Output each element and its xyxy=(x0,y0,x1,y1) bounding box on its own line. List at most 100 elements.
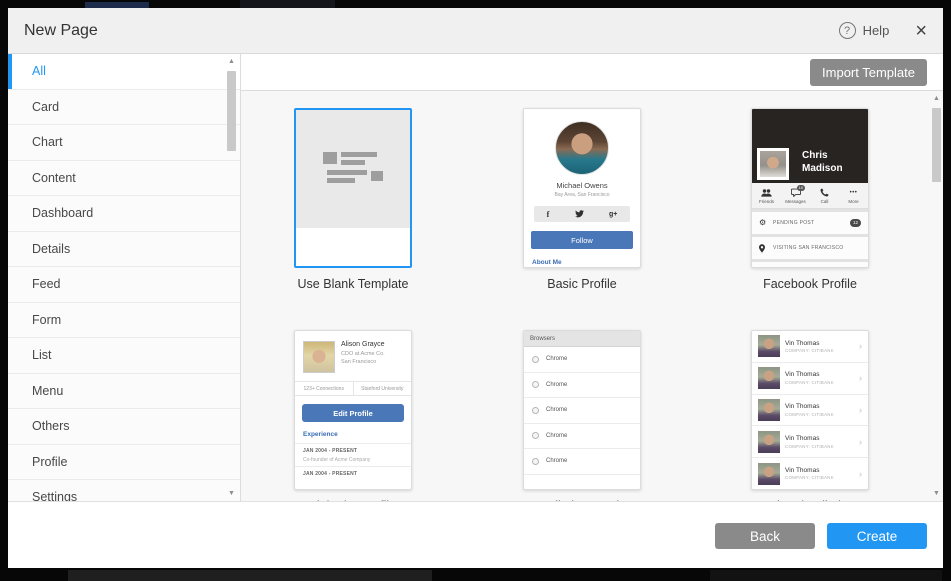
sidebar-item-dashboard[interactable]: Dashboard xyxy=(8,196,240,232)
more-icon: ••• xyxy=(850,188,858,198)
import-template-button[interactable]: Import Template xyxy=(810,59,927,86)
sidebar-item-card[interactable]: Card xyxy=(8,90,240,126)
sidebar-item-label: Chart xyxy=(32,135,63,149)
scroll-down-icon[interactable]: ▼ xyxy=(228,489,235,498)
row-badge: 12 xyxy=(850,219,861,227)
university-stat: Stanford University xyxy=(353,382,412,395)
about-me-link: About Me xyxy=(532,259,640,266)
social-bar: f g+ xyxy=(534,206,630,222)
linkedin-profile-card[interactable]: Alison Grayce CDO at Acme Co. San Franci… xyxy=(294,330,412,490)
item-name: Vin Thomas xyxy=(785,403,854,410)
sidebar-item-label: Menu xyxy=(32,384,63,398)
avatar xyxy=(758,367,780,389)
page-behind-dialog xyxy=(68,570,432,581)
sidebar-item-menu[interactable]: Menu xyxy=(8,374,240,410)
profile-location: Bay Area, San Francisco xyxy=(524,192,640,198)
sidebar-item-details[interactable]: Details xyxy=(8,232,240,268)
sidebar-item-feed[interactable]: Feed xyxy=(8,267,240,303)
action-bar: Friends 10 Messages Call xyxy=(752,183,868,209)
back-button[interactable]: Back xyxy=(715,523,815,549)
template-linkedin-profile[interactable]: Alison Grayce CDO at Acme Co. San Franci… xyxy=(294,330,412,501)
profile-header: Chris Madison xyxy=(752,109,868,183)
chevron-right-icon: › xyxy=(859,341,862,351)
avatar xyxy=(758,431,780,453)
blank-footer-area xyxy=(296,228,410,266)
sidebar-item-all[interactable]: All xyxy=(8,54,240,90)
action-label: More xyxy=(848,199,858,204)
sidebar-item-label: Form xyxy=(32,313,61,327)
sidebar-item-list[interactable]: List xyxy=(8,338,240,374)
sidebar-item-profile[interactable]: Profile xyxy=(8,445,240,481)
sidebar-item-settings[interactable]: Settings xyxy=(8,480,240,501)
close-icon[interactable]: × xyxy=(915,21,927,41)
scroll-up-icon[interactable]: ▲ xyxy=(228,57,235,66)
profile-name: Michael Owens xyxy=(524,181,640,190)
row-label: PENDING POST xyxy=(773,220,814,226)
selected-indicator xyxy=(8,54,12,89)
experience-role: Co-founder of Acme Company xyxy=(303,457,403,463)
name-line: Chris xyxy=(802,149,843,162)
list-item-text: Vin Thomas COMPANY: CITIBANK xyxy=(785,467,854,481)
sidebar-item-label: All xyxy=(32,64,46,78)
follow-button: Follow xyxy=(531,231,633,249)
chevron-right-icon: › xyxy=(859,437,862,447)
dialog-title: New Page xyxy=(24,22,98,40)
list-item: Vin Thomas COMPANY: CITIBANK › xyxy=(752,426,868,458)
radio-label: Chrome xyxy=(546,407,567,413)
template-thumbnail-list[interactable]: Vin Thomas COMPANY: CITIBANK › Vin Thoma… xyxy=(751,330,869,501)
radio-label: Chrome xyxy=(546,433,567,439)
template-label: Use Blank Template xyxy=(294,277,412,291)
create-button[interactable]: Create xyxy=(827,523,927,549)
action-label: Messages xyxy=(785,199,806,204)
avatar xyxy=(758,399,780,421)
list-item: Vin Thomas COMPANY: CITIBANK › xyxy=(752,458,868,490)
profile-name: Alison Grayce xyxy=(341,341,385,348)
item-name: Vin Thomas xyxy=(785,371,854,378)
sidebar-item-form[interactable]: Form xyxy=(8,303,240,339)
item-company: COMPANY: CITIBANK xyxy=(785,412,854,417)
item-name: Vin Thomas xyxy=(785,435,854,442)
sidebar-item-content[interactable]: Content xyxy=(8,161,240,197)
sidebar-item-label: Card xyxy=(32,100,59,114)
radio-list-card[interactable]: Browsers Chrome Chrome Chr xyxy=(523,330,641,490)
item-company: COMPANY: CITIBANK xyxy=(785,380,854,385)
edit-profile-button: Edit Profile xyxy=(302,404,404,422)
scroll-down-icon[interactable]: ▼ xyxy=(933,489,940,498)
template-basic-profile[interactable]: Michael Owens Bay Area, San Francisco f … xyxy=(523,108,641,291)
help-icon[interactable]: ? xyxy=(839,22,856,39)
call-icon xyxy=(820,188,829,198)
experience-item: JAN 2004 - PRESENT xyxy=(295,466,411,480)
scrollbar-thumb[interactable] xyxy=(932,108,941,182)
content-scrollbar[interactable]: ▲ ▼ xyxy=(931,94,942,498)
list-item-text: Vin Thomas COMPANY: CITIBANK xyxy=(785,340,854,354)
avatar xyxy=(303,341,335,373)
scroll-up-icon[interactable]: ▲ xyxy=(933,94,940,103)
item-company: COMPANY: CITIBANK xyxy=(785,348,854,353)
template-facebook-profile[interactable]: Chris Madison Friends xyxy=(751,108,869,291)
profile-name: Chris Madison xyxy=(802,149,843,175)
scrollbar-thumb[interactable] xyxy=(227,71,236,151)
connections-stat: 123+ Connections xyxy=(295,382,353,395)
sidebar-item-chart[interactable]: Chart xyxy=(8,125,240,161)
template-blank[interactable]: Use Blank Template xyxy=(294,108,412,291)
sidebar-item-label: Feed xyxy=(32,277,61,291)
friends-icon xyxy=(761,188,772,198)
basic-profile-card[interactable]: Michael Owens Bay Area, San Francisco f … xyxy=(523,108,641,268)
thumbnail-list-card[interactable]: Vin Thomas COMPANY: CITIBANK › Vin Thoma… xyxy=(751,330,869,490)
avatar xyxy=(555,121,609,175)
dialog-footer: Back Create xyxy=(8,501,943,568)
help-button[interactable]: Help xyxy=(863,23,890,38)
experience-heading: Experience xyxy=(303,431,411,438)
sidebar-item-label: Details xyxy=(32,242,70,256)
messages-badge: 10 xyxy=(797,185,805,191)
template-radio-list[interactable]: Browsers Chrome Chrome Chr xyxy=(523,330,641,501)
facebook-profile-card[interactable]: Chris Madison Friends xyxy=(751,108,869,268)
sidebar-item-others[interactable]: Others xyxy=(8,409,240,445)
blank-template-card[interactable] xyxy=(294,108,412,268)
template-label: Basic Profile xyxy=(523,277,641,291)
template-label: Facebook Profile xyxy=(751,277,869,291)
profile-location: San Francisco xyxy=(341,359,385,365)
sidebar-scrollbar[interactable]: ▲ ▼ xyxy=(226,57,237,498)
sidebar-item-label: Content xyxy=(32,171,76,185)
pending-post-row: ⚙ PENDING POST 12 xyxy=(752,212,868,234)
